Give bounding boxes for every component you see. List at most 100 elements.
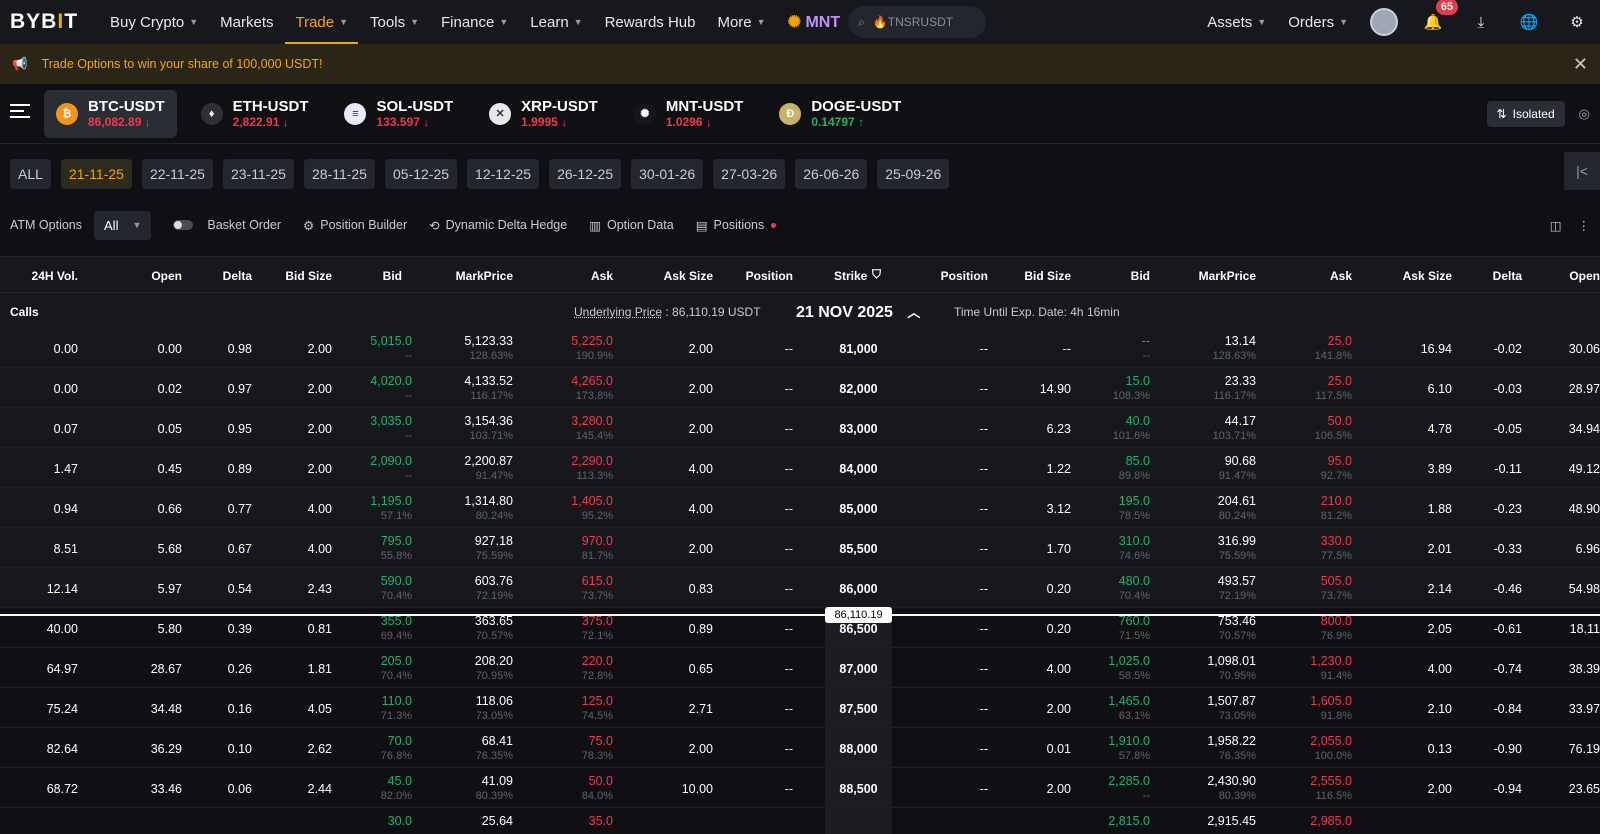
table-row[interactable]: 8.51 5.68 0.67 4.00 795.0 55.8% 927.18 75.59% 97… (0, 528, 1600, 568)
expiry-tab-30-01-26[interactable]: 30-01-26 (631, 159, 704, 189)
header-ask[interactable]: Ask (1330, 269, 1352, 283)
download-icon[interactable]: ⤓ (1468, 9, 1494, 35)
table-row[interactable]: 64.97 28.67 0.26 1.81 205.0 70.4% 208.20 70.95%… (0, 648, 1600, 688)
assets-menu[interactable]: Assets ▼ (1207, 0, 1266, 44)
header-ask-size[interactable]: Ask Size (664, 269, 713, 283)
header-bid[interactable]: Bid (1131, 269, 1150, 283)
strike-price[interactable]: 83,000 (825, 422, 892, 436)
pair-tab-mnt-usdt[interactable]: ✺ MNT-USDT 1.0296 ↓ (622, 90, 756, 138)
expiry-tab-ALL[interactable]: ALL (10, 159, 51, 189)
table-row[interactable]: 30.0 25.64 35.0 2,815.0 2,915.45 2,985.0 (0, 808, 1600, 834)
header-strike[interactable]: Strike (834, 269, 867, 283)
nav-item-markets[interactable]: Markets (220, 0, 273, 44)
expiry-tab-23-11-25[interactable]: 23-11-25 (222, 159, 294, 189)
nav-item-buy-crypto[interactable]: Buy Crypto ▼ (110, 0, 198, 44)
menu-icon[interactable] (10, 103, 32, 124)
strike-price[interactable]: 87,500 (825, 702, 892, 716)
cell-pbidiv: 108.3% (1112, 390, 1150, 402)
nav-item-more[interactable]: More ▼ (717, 0, 765, 44)
orders-menu[interactable]: Orders ▼ (1288, 0, 1348, 44)
cell-pbidiv: 63.1% (1118, 710, 1150, 722)
strike-price[interactable]: 82,000 (825, 382, 892, 396)
dynamic-delta-hedge-button[interactable]: ⟲ Dynamic Delta Hedge (429, 218, 567, 233)
header-markprice[interactable]: MarkPrice (456, 269, 513, 283)
table-row[interactable]: 1.47 0.45 0.89 2.00 2,090.0 -- 2,200.87 91.47% 2… (0, 448, 1600, 488)
header-bid[interactable]: Bid (383, 269, 402, 283)
cell-ppos: -- (979, 422, 988, 436)
header-bid-size[interactable]: Bid Size (1024, 269, 1071, 283)
strike-price[interactable]: 88,000 (825, 742, 892, 756)
strike-price[interactable]: 86,500 (825, 622, 892, 636)
cell-pbsize: 14.90 (1039, 382, 1071, 396)
pair-tab-xrp-usdt[interactable]: ✕ XRP-USDT 1.9995 ↓ (477, 90, 610, 138)
search-box[interactable]: ⌕ 🔥TNSRUSDT (848, 6, 987, 38)
globe-icon[interactable]: 🌐 (1516, 9, 1542, 35)
pair-tab-sol-usdt[interactable]: ≡ SOL-USDT 133.597 ↓ (332, 90, 465, 138)
positions-button[interactable]: ▤ Positions (696, 218, 777, 233)
collapse-panel-icon[interactable]: |< (1564, 152, 1600, 190)
expiry-tab-22-11-25[interactable]: 22-11-25 (141, 159, 213, 189)
nav-item-trade[interactable]: Trade ▼ (285, 0, 358, 44)
position-builder-button[interactable]: ⚙ Position Builder (303, 218, 407, 233)
strike-price[interactable]: 84,000 (825, 462, 892, 476)
nav-item-finance[interactable]: Finance ▼ (441, 0, 508, 44)
header-24h-vol-[interactable]: 24H Vol. (32, 269, 78, 283)
filter-icon[interactable]: ⛉ (872, 267, 881, 282)
expiry-tab-26-12-25[interactable]: 26-12-25 (549, 159, 622, 189)
header-delta[interactable]: Delta (223, 269, 252, 283)
more-vertical-icon[interactable]: ⋮ (1578, 218, 1591, 233)
header-ask-size[interactable]: Ask Size (1403, 269, 1452, 283)
nav-item-rewards-hub[interactable]: Rewards Hub (605, 0, 696, 44)
pair-tab-eth-usdt[interactable]: ♦ ETH-USDT 2,822.91 ↓ (189, 90, 321, 138)
expiry-tab-26-06-26[interactable]: 26-06-26 (795, 159, 868, 189)
banner-text[interactable]: Trade Options to win your share of 100,0… (42, 57, 323, 71)
expiry-tab-05-12-25[interactable]: 05-12-25 (384, 159, 458, 189)
expiry-date-title[interactable]: 21 NOV 2025 ︿ (796, 302, 920, 322)
header-position[interactable]: Position (746, 269, 793, 283)
header-ask[interactable]: Ask (591, 269, 613, 283)
pair-tab-doge-usdt[interactable]: Ð DOGE-USDT 0.14797 ↑ (767, 90, 913, 138)
table-row[interactable]: 0.00 0.00 0.98 2.00 5,015.0 -- 5,123.33 128.63%… (0, 328, 1600, 368)
nav-item-tools[interactable]: Tools ▼ (370, 0, 419, 44)
strike-price[interactable]: 81,000 (825, 342, 892, 356)
nav-item-learn[interactable]: Learn ▼ (530, 0, 582, 44)
close-icon[interactable]: ✕ (1573, 54, 1588, 75)
hide-eye-icon[interactable]: ◎ (1579, 106, 1590, 122)
expiry-tab-21-11-25[interactable]: 21-11-25 (60, 159, 132, 189)
strike-price[interactable]: 86,000 (825, 582, 892, 596)
expiry-tab-25-09-26[interactable]: 25-09-26 (877, 159, 950, 189)
table-row[interactable]: 0.94 0.66 0.77 4.00 1,195.0 57.1% 1,314.80 80.2… (0, 488, 1600, 528)
strike-price[interactable]: 87,000 (825, 662, 892, 676)
mnt-link[interactable]: ✺ MNT (788, 12, 841, 32)
bybit-logo[interactable]: BYB I T (10, 10, 78, 34)
bell-icon[interactable]: 🔔 65 (1420, 0, 1458, 35)
header-delta[interactable]: Delta (1493, 269, 1522, 283)
settings-gear-icon[interactable]: ⚙ (1564, 9, 1590, 35)
table-row[interactable]: 82.64 36.29 0.10 2.62 70.0 76.8% 68.41 76.35% 75… (0, 728, 1600, 768)
table-row[interactable]: 68.72 33.46 0.06 2.44 45.0 82.0% 41.09 80.39% 50… (0, 768, 1600, 808)
atm-options-select[interactable]: All ▼ (94, 210, 152, 240)
header-open[interactable]: Open (1569, 269, 1600, 283)
table-row[interactable]: 0.00 0.02 0.97 2.00 4,020.0 -- 4,133.52 116.17%… (0, 368, 1600, 408)
table-row[interactable]: 12.14 5.97 0.54 2.43 590.0 70.4% 603.76 72.19% 6… (0, 568, 1600, 608)
header-markprice[interactable]: MarkPrice (1199, 269, 1256, 283)
table-row[interactable]: 75.24 34.48 0.16 4.05 110.0 71.3% 118.06 73.05%… (0, 688, 1600, 728)
header-bid-size[interactable]: Bid Size (285, 269, 332, 283)
strike-price[interactable]: 88,500 (825, 782, 892, 796)
header-position[interactable]: Position (941, 269, 988, 283)
pair-tab-btc-usdt[interactable]: ₿ BTC-USDT 86,082.89 ↓ (44, 89, 177, 138)
cell-bidiv: 55.8% (380, 550, 412, 562)
isolated-margin-button[interactable]: ⇅ Isolated (1486, 100, 1565, 127)
strike-price[interactable]: 85,500 (825, 542, 892, 556)
expiry-tab-12-12-25[interactable]: 12-12-25 (467, 159, 540, 189)
table-row[interactable]: 0.07 0.05 0.95 2.00 3,035.0 -- 3,154.36 103.71%… (0, 408, 1600, 448)
layout-icon[interactable]: ◫ (1550, 218, 1562, 233)
basket-order-toggle[interactable]: Basket Order (173, 218, 281, 232)
avatar[interactable] (1370, 8, 1398, 36)
option-data-button[interactable]: ▥ Option Data (589, 218, 674, 233)
toggle-switch[interactable] (173, 220, 194, 230)
expiry-tab-27-03-26[interactable]: 27-03-26 (713, 159, 786, 189)
header-open[interactable]: Open (151, 269, 182, 283)
expiry-tab-28-11-25[interactable]: 28-11-25 (303, 159, 375, 189)
strike-price[interactable]: 85,000 (825, 502, 892, 516)
